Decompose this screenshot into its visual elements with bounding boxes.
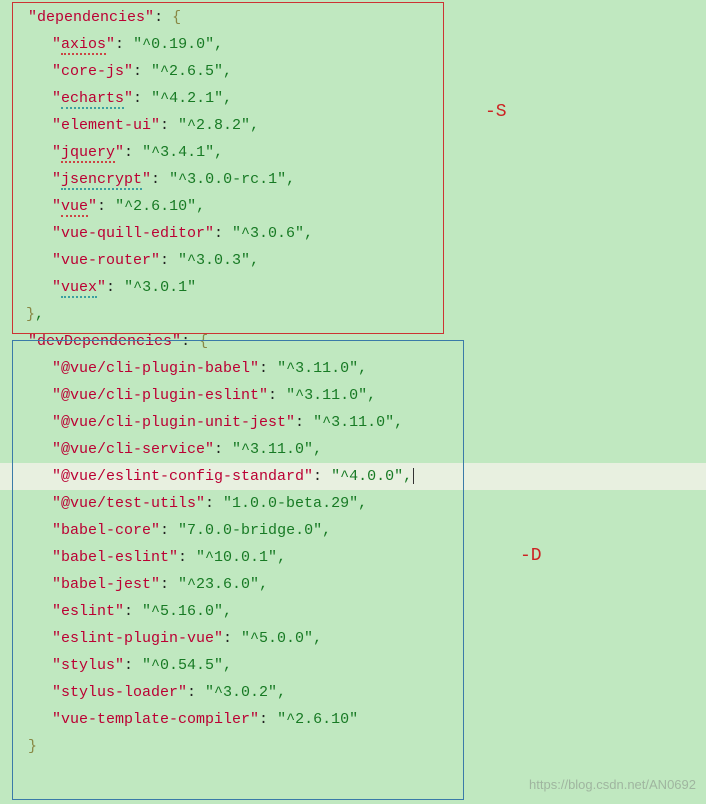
deps-open: "dependencies": { <box>24 4 706 31</box>
devdeps-close: } <box>24 733 706 760</box>
dep-entry: "vue": "^2.6.10", <box>24 193 706 220</box>
dep-entry: "eslint": "^5.16.0", <box>24 598 706 625</box>
dep-entry: "@vue/cli-plugin-babel": "^3.11.0", <box>24 355 706 382</box>
dep-entry: "element-ui": "^2.8.2", <box>24 112 706 139</box>
dep-entry: "jquery": "^3.4.1", <box>24 139 706 166</box>
dep-entry: "vue-template-compiler": "^2.6.10" <box>24 706 706 733</box>
dep-entry: "@vue/cli-plugin-unit-jest": "^3.11.0", <box>24 409 706 436</box>
dep-entry: "vuex": "^3.0.1" <box>24 274 706 301</box>
devdeps-open: "devDependencies": { <box>24 328 706 355</box>
dep-entry: "@vue/eslint-config-standard": "^4.0.0", <box>0 463 706 490</box>
deps-close: }, <box>24 301 706 328</box>
label-S: -S <box>485 96 507 128</box>
code-block: "dependencies": { "axios": "^0.19.0","co… <box>0 0 706 760</box>
dep-entry: "stylus": "^0.54.5", <box>24 652 706 679</box>
dep-entry: "echarts": "^4.2.1", <box>24 85 706 112</box>
dep-entry: "babel-jest": "^23.6.0", <box>24 571 706 598</box>
dep-entry: "vue-quill-editor": "^3.0.6", <box>24 220 706 247</box>
label-D: -D <box>520 540 542 572</box>
dep-entry: "core-js": "^2.6.5", <box>24 58 706 85</box>
dep-entry: "jsencrypt": "^3.0.0-rc.1", <box>24 166 706 193</box>
watermark: https://blog.csdn.net/AN0692 <box>529 773 696 796</box>
dep-entry: "axios": "^0.19.0", <box>24 31 706 58</box>
dep-entry: "@vue/cli-service": "^3.11.0", <box>24 436 706 463</box>
dep-entry: "babel-core": "7.0.0-bridge.0", <box>24 517 706 544</box>
dep-entry: "@vue/cli-plugin-eslint": "^3.11.0", <box>24 382 706 409</box>
dep-entry: "stylus-loader": "^3.0.2", <box>24 679 706 706</box>
dep-entry: "@vue/test-utils": "1.0.0-beta.29", <box>24 490 706 517</box>
dep-entry: "vue-router": "^3.0.3", <box>24 247 706 274</box>
dep-entry: "eslint-plugin-vue": "^5.0.0", <box>24 625 706 652</box>
dep-entry: "babel-eslint": "^10.0.1", <box>24 544 706 571</box>
